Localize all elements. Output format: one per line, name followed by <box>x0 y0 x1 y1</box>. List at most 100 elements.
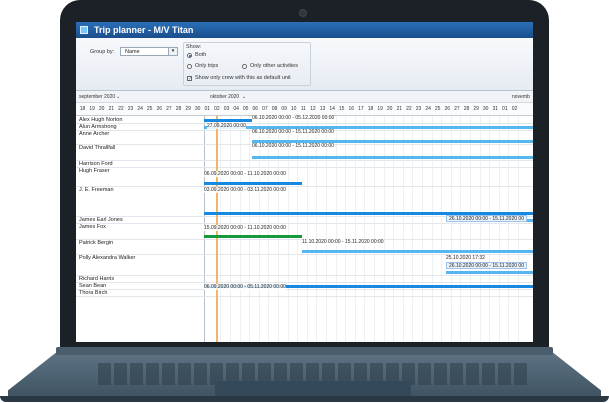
month-label[interactable]: oktober 2020 <box>210 94 239 100</box>
radio-both[interactable] <box>187 53 192 58</box>
assignment-label[interactable]: 26.10.2020 00:00 - 15.11.2020 00 <box>446 215 527 222</box>
day-number: 31 <box>492 106 499 112</box>
radio-only-other[interactable] <box>242 64 247 69</box>
default-unit-label: Show only crew with this as default unit <box>195 75 291 81</box>
day-number: 12 <box>310 106 316 112</box>
day-number: 29 <box>185 106 191 112</box>
window-titlebar: Trip planner - M/V Titan <box>76 22 533 38</box>
crew-name: James Fox <box>79 224 106 230</box>
month-label[interactable]: novemb <box>512 94 530 100</box>
day-number: 20 <box>98 106 105 112</box>
day-number: 24 <box>137 106 143 112</box>
day-number: 30 <box>482 106 489 112</box>
day-number: 22 <box>406 106 412 112</box>
group-by-label: Group by: <box>90 49 115 55</box>
trip-bar[interactable] <box>252 156 533 159</box>
assignment-label[interactable]: 26.10.2020 00:00 - 15.11.2020 00 <box>446 262 527 269</box>
trip-bar[interactable] <box>204 119 252 122</box>
trip-bar[interactable] <box>302 250 533 253</box>
day-number: 24 <box>425 106 431 112</box>
assignment-label[interactable]: 06.10.2020 00:00 - 15.11.2020 00:00 <box>252 143 334 149</box>
laptop-lid: Trip planner - M/V Titan Group by: Name … <box>60 0 549 352</box>
day-number: 25 <box>434 106 441 112</box>
crew-name: David Thrallfall <box>79 145 116 151</box>
assignment-label[interactable]: 03.09.2020 00:00 - 03.11.2020 00:00 <box>204 187 286 193</box>
crew-name: Hugh Fraser <box>79 168 110 174</box>
day-number: 18 <box>367 106 374 112</box>
filter-toolbar: Group by: Name ▾ Show: Both Only trips O… <box>76 38 533 91</box>
assignment-label[interactable]: 06.10.2020 00:00 - 15.11.2020 00:00 <box>252 129 334 135</box>
day-number: 06 <box>252 106 259 112</box>
day-number: 01 <box>204 106 211 112</box>
app-icon <box>80 26 88 34</box>
day-number: 11 <box>300 106 306 112</box>
day-number: 17 <box>358 106 364 112</box>
day-number: 27 <box>166 106 172 112</box>
crew-name: J. E. Freeman <box>79 187 114 193</box>
show-options-group: Show: Both Only trips Only other activit… <box>183 42 311 86</box>
crew-name: Thora Birch <box>79 290 108 296</box>
day-number: 15 <box>338 106 345 112</box>
day-number: 28 <box>463 106 470 112</box>
day-number: 21 <box>108 106 115 112</box>
day-number: 19 <box>89 106 95 112</box>
keyboard-deck <box>8 353 601 397</box>
camera-icon <box>299 9 307 17</box>
day-number: 02 <box>511 106 518 112</box>
laptop-base <box>0 347 609 403</box>
assignment-label[interactable]: 27.09.2020 00:00 <box>207 123 246 129</box>
timeline-grid: september 2020 ⌄ oktober 2020 ⌄ novemb 1… <box>76 91 533 342</box>
chevron-down-icon[interactable]: ⌄ <box>242 94 246 100</box>
day-number: 01 <box>502 106 508 112</box>
touchpad <box>215 381 411 397</box>
day-number: 28 <box>175 106 182 112</box>
screen: Trip planner - M/V Titan Group by: Name … <box>76 22 533 342</box>
assignment-label[interactable]: 25.10.2020 17:32 <box>446 255 485 261</box>
radio-only-trips-label: Only trips <box>195 63 219 69</box>
crew-name: Patrick Bergin <box>79 240 114 246</box>
month-label[interactable]: september 2020 <box>79 94 115 100</box>
trip-bar[interactable] <box>204 182 302 185</box>
assignment-label[interactable]: 15.09.2020 00:00 - 11.10.2020 00:00 <box>204 225 286 231</box>
day-number: 30 <box>194 106 201 112</box>
day-number: 16 <box>348 106 355 112</box>
day-number: 05 <box>242 106 249 112</box>
crew-name: Anne Archer <box>79 131 110 137</box>
radio-only-trips[interactable] <box>187 64 192 69</box>
crew-row[interactable]: James Fox <box>76 223 533 240</box>
chevron-down-icon[interactable]: ⌄ <box>116 94 120 100</box>
crew-row[interactable]: Thora Birch <box>76 289 533 297</box>
assignment-label[interactable]: 11.10.2020 00:00 - 15.11.2020 00:00 <box>302 239 384 245</box>
day-number: 09 <box>281 106 287 112</box>
group-by-select[interactable]: Name ▾ <box>120 47 178 56</box>
month-header: september 2020 ⌄ oktober 2020 ⌄ novemb <box>76 91 533 103</box>
day-number: 10 <box>290 106 297 112</box>
group-by-value: Name <box>125 49 140 55</box>
assignment-label[interactable]: 06.09.2020 00:00 - 11.10.2020 00:00 <box>204 171 286 177</box>
day-number: 02 <box>214 106 220 112</box>
day-number: 25 <box>146 106 153 112</box>
trip-bar[interactable] <box>446 271 533 274</box>
day-number: 20 <box>386 106 393 112</box>
show-label: Show: <box>186 44 202 50</box>
day-number: 26 <box>444 106 451 112</box>
radio-both-label: Both <box>195 52 207 58</box>
default-unit-checkbox[interactable]: ✓ <box>187 76 192 82</box>
assignment-label[interactable]: 06.09.2020 00:00 - 05.11.2020 00:00 <box>204 284 286 290</box>
radio-only-other-label: Only other activities <box>250 63 298 69</box>
day-number: 27 <box>454 106 460 112</box>
day-number: 19 <box>377 106 383 112</box>
activity-bar[interactable] <box>204 235 302 238</box>
day-number: 07 <box>262 106 268 112</box>
day-number: 03 <box>223 106 230 112</box>
chevron-down-icon[interactable]: ▾ <box>168 48 177 55</box>
day-number: 26 <box>156 106 163 112</box>
assignment-label[interactable]: 06.10.2020 00:00 - 05.12.2020 00:00 <box>252 115 335 121</box>
day-number: 29 <box>473 106 479 112</box>
window-title: Trip planner - M/V Titan <box>94 25 194 35</box>
crew-name: Polly Alexandra Walker <box>79 255 136 261</box>
day-number: 22 <box>118 106 124 112</box>
crew-row[interactable]: Hugh Fraser <box>76 167 533 187</box>
day-number: 08 <box>271 106 278 112</box>
day-number: 18 <box>79 106 86 112</box>
